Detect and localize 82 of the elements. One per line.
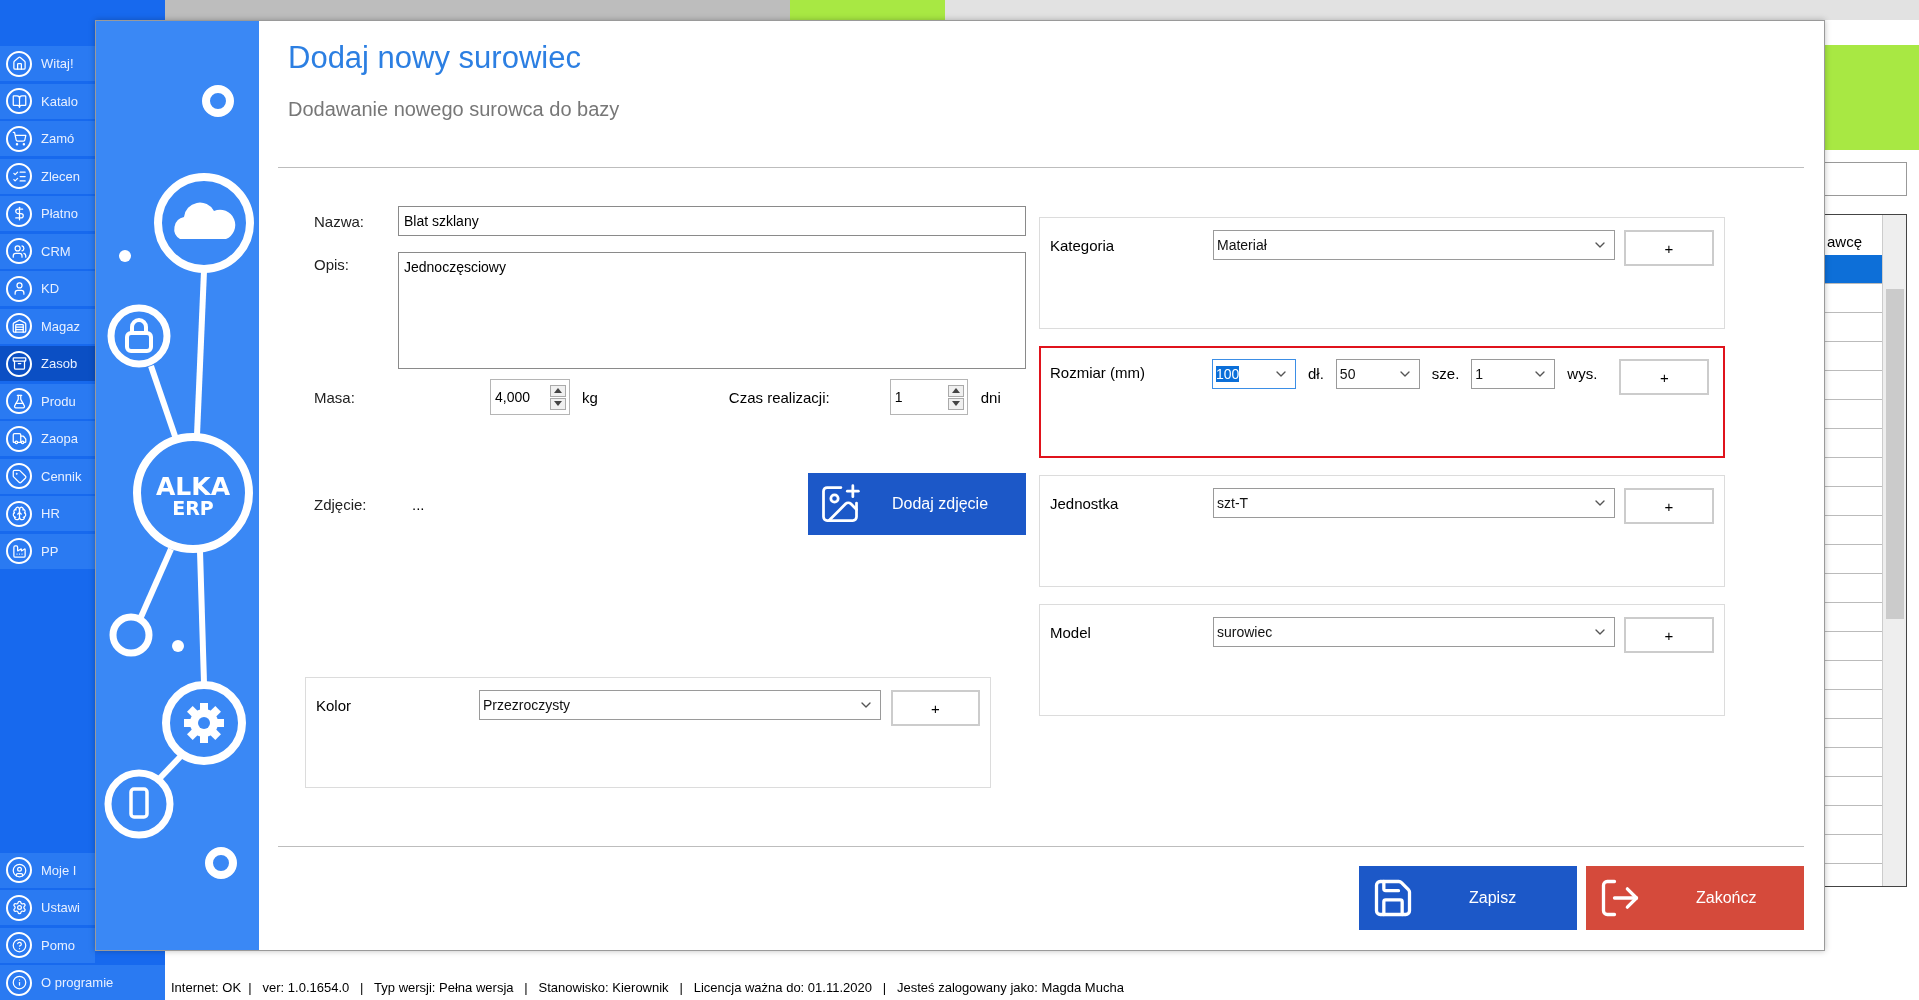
archive-icon: [6, 350, 32, 377]
size-dropdown[interactable]: 50: [1335, 359, 1420, 389]
group-label: Jednostka: [1050, 494, 1120, 512]
sidebar-item[interactable]: Ustawi: [0, 890, 95, 925]
group-label: Kategoria: [1050, 236, 1116, 254]
brain-icon: [6, 500, 32, 527]
unit-label: dni: [980, 388, 1001, 406]
group-label: Kolor: [316, 696, 353, 714]
add-button[interactable]: +: [1624, 230, 1714, 266]
add-button[interactable]: +: [1624, 488, 1714, 524]
size-dropdown[interactable]: 100: [1212, 359, 1296, 389]
status-bar-text: Internet: OK | ver: 1.0.1654.0 | Typ wersji: Pełna wersja | Stanowisko: Kierownik | Licencja ważna do: 01.11.2020 | Jesteś zalogowany jako: Magda Mucha: [170, 979, 1125, 997]
user-icon: [6, 275, 32, 302]
book-icon: [6, 88, 32, 114]
sidebar-item[interactable]: Katalo: [0, 83, 95, 119]
down-arrow-icon[interactable]: [554, 401, 562, 406]
unit-label: wys.: [1567, 364, 1598, 382]
help-icon: [6, 932, 32, 958]
info-icon: [6, 969, 32, 996]
add-photo-button[interactable]: Dodaj zdjęcie: [808, 473, 1026, 535]
dropdown[interactable]: surowiec: [1213, 617, 1615, 647]
settings-icon: [6, 894, 32, 921]
name-field[interactable]: Blat szklany: [398, 206, 1026, 236]
flask-icon: [6, 388, 32, 414]
save-button[interactable]: Zapisz: [1359, 866, 1577, 930]
unit-label: dł.: [1308, 364, 1324, 382]
factory-icon: [6, 538, 32, 564]
group-label: Rozmiar (mm): [1050, 363, 1146, 381]
description-field[interactable]: Jednoczęsciowy: [398, 252, 1026, 369]
sidebar-item[interactable]: Zlecen: [0, 158, 95, 194]
sidebar-item[interactable]: Zamó: [0, 121, 95, 156]
sidebar-item[interactable]: Witaj!: [0, 46, 95, 81]
field-label: Czas realizacji:: [728, 388, 830, 406]
dialog-title: Dodaj nowy surowiec: [288, 40, 582, 76]
tab[interactable]: [790, 0, 945, 20]
field-label: Zdjęcie:: [313, 495, 368, 513]
size-dropdown[interactable]: 1: [1471, 359, 1556, 389]
home-icon: [6, 50, 32, 77]
user-icon: [6, 857, 32, 883]
users-icon: [6, 238, 32, 264]
field-label: Nazwa:: [313, 212, 366, 230]
dialog-subtitle: Dodawanie nowego surowca do bazy: [288, 98, 621, 121]
photo-path: ...: [412, 495, 425, 513]
down-arrow-icon[interactable]: [951, 401, 960, 406]
sidebar-item[interactable]: PP: [0, 533, 95, 569]
color-dropdown[interactable]: Przezroczysty: [479, 690, 881, 720]
sidebar-item[interactable]: CRM: [0, 233, 95, 269]
sidebar-item[interactable]: Pomo: [0, 927, 95, 963]
unit-label: sze.: [1431, 364, 1460, 382]
dropdown[interactable]: Materiał: [1213, 230, 1615, 260]
tab[interactable]: [165, 0, 790, 20]
sidebar-item[interactable]: Zasob: [0, 346, 95, 381]
lead-time-spinner[interactable]: 1: [889, 379, 968, 415]
sidebar-item[interactable]: O programie: [0, 965, 165, 1000]
field-label: Opis:: [313, 255, 350, 273]
scrollbar-thumb[interactable]: [1885, 289, 1904, 619]
truck-icon: [6, 425, 32, 452]
sidebar-item[interactable]: Produ: [0, 383, 95, 419]
exit-button[interactable]: Zakończ: [1586, 866, 1804, 930]
list-icon: [6, 163, 32, 189]
sidebar-item[interactable]: Magaz: [0, 308, 95, 344]
add-button[interactable]: +: [891, 690, 980, 726]
up-arrow-icon[interactable]: [554, 388, 562, 393]
tag-icon: [6, 463, 32, 489]
field-label: Masa:: [313, 388, 356, 406]
scrollbar[interactable]: [1882, 215, 1906, 886]
sidebar-item[interactable]: KD: [0, 271, 95, 306]
warehouse-icon: [6, 313, 32, 339]
add-button[interactable]: +: [1624, 617, 1714, 653]
dropdown[interactable]: szt-T: [1213, 488, 1615, 518]
sidebar-item[interactable]: Zaopa: [0, 421, 95, 456]
unit-label: kg: [582, 388, 598, 406]
dollar-icon: [6, 200, 32, 227]
mass-spinner[interactable]: 4,000: [490, 379, 570, 415]
cart-icon: [6, 125, 32, 152]
sidebar-item[interactable]: Moje I: [0, 852, 95, 888]
up-arrow-icon[interactable]: [951, 388, 960, 393]
add-button[interactable]: +: [1619, 359, 1710, 395]
group-label: Model: [1050, 623, 1092, 641]
sidebar-item[interactable]: Cennik: [0, 458, 95, 494]
sidebar-item[interactable]: Płatno: [0, 196, 95, 231]
sidebar-item[interactable]: HR: [0, 496, 95, 531]
